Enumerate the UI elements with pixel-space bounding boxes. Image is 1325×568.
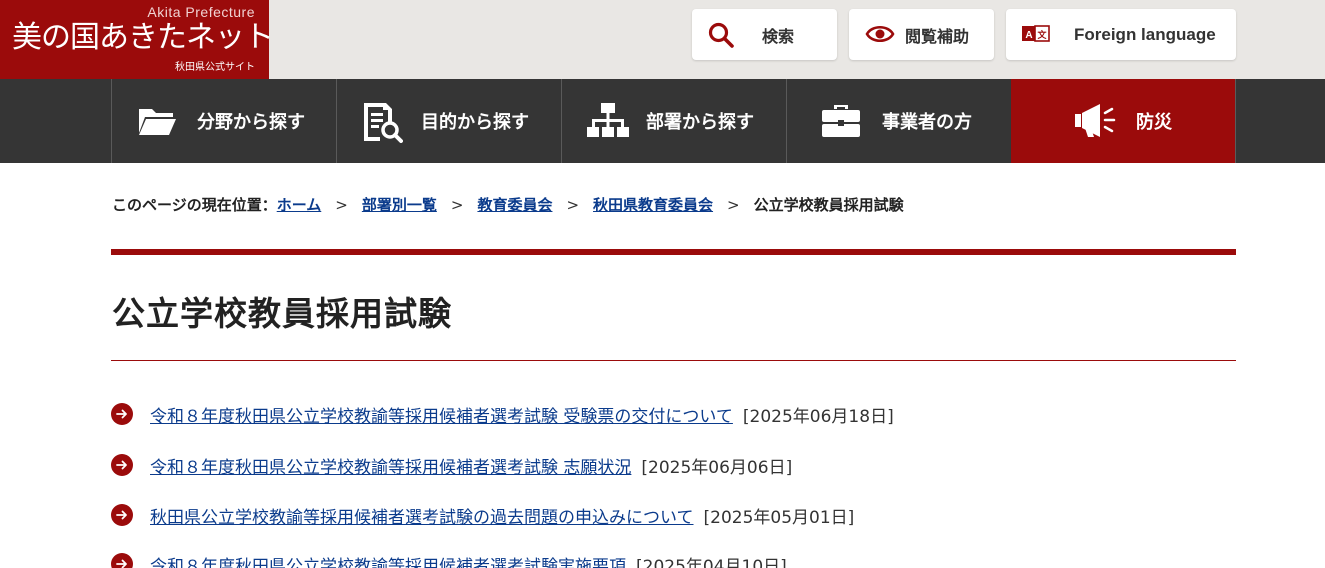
breadcrumb-prefix: このページの現在位置：: [112, 196, 277, 214]
global-nav: 分野から探す 目的から探す 部署から探す 事業者の方 防災: [0, 79, 1325, 163]
breadcrumb-board-of-education-link[interactable]: 教育委員会: [477, 196, 552, 214]
news-link[interactable]: 令和８年度秋田県公立学校教諭等採用候補者選考試験 志願状況: [150, 453, 631, 478]
logo-sub-text: 秋田県公式サイト: [175, 62, 255, 73]
title-top-rule: [111, 249, 1236, 255]
site-header: Akita Prefecture 美の国あきたネット 秋田県公式サイト 検索 閲…: [0, 0, 1325, 79]
nav-search-by-purpose[interactable]: 目的から探す: [336, 79, 561, 163]
nav-disaster-prevention[interactable]: 防災: [1011, 79, 1236, 163]
svg-text:文: 文: [1036, 29, 1047, 41]
foreign-language-label: Foreign language: [1074, 24, 1216, 44]
folder-icon: [137, 101, 177, 146]
news-date: [2025年05月01日]: [703, 507, 855, 528]
reading-assist-label: 閲覧補助: [905, 26, 970, 46]
arrow-right-icon: [111, 403, 133, 425]
arrow-right-icon: [111, 504, 133, 526]
breadcrumb-separator: >: [727, 196, 740, 214]
breadcrumb: このページの現在位置：ホーム > 部署別一覧 > 教育委員会 > 秋田県教育委員会 > 公立学校…: [112, 194, 904, 215]
breadcrumb-separator: >: [335, 196, 348, 214]
nav-search-by-department[interactable]: 部署から探す: [561, 79, 786, 163]
news-date: [2025年04月10日]: [636, 556, 787, 568]
news-date: [2025年06月06日]: [641, 457, 793, 478]
arrow-right-icon: [111, 454, 133, 476]
breadcrumb-department-list-link[interactable]: 部署別一覧: [362, 196, 437, 214]
news-link[interactable]: 令和８年度秋田県公立学校教諭等採用候補者選考試験実施要項: [150, 552, 626, 568]
nav-disaster-prevention-label: 防災: [1136, 112, 1172, 133]
svg-text:A: A: [1025, 30, 1032, 41]
nav-search-by-department-label: 部署から探す: [646, 112, 754, 133]
breadcrumb-akita-board-link[interactable]: 秋田県教育委員会: [593, 196, 713, 214]
logo-main-text: 美の国あきたネット: [12, 20, 274, 55]
search-button[interactable]: 検索: [692, 9, 837, 60]
news-link[interactable]: 秋田県公立学校教諭等採用候補者選考試験の過去問題の申込みについて: [150, 503, 694, 528]
list-item: 令和８年度秋田県公立学校教諭等採用候補者選考試験 志願状況 [2025年06月0…: [111, 451, 792, 479]
breadcrumb-current: 公立学校教員採用試験: [753, 196, 904, 214]
arrow-right-icon: [111, 553, 133, 568]
title-bottom-rule: [111, 360, 1236, 361]
news-link[interactable]: 令和８年度秋田県公立学校教諭等採用候補者選考試験 受験票の交付について: [150, 402, 733, 427]
breadcrumb-separator: >: [450, 196, 464, 214]
search-button-label: 検索: [762, 26, 795, 46]
page-title: 公立学校教員採用試験: [112, 294, 452, 333]
megaphone-icon: [1074, 101, 1120, 146]
foreign-language-button[interactable]: A 文 Foreign language: [1006, 9, 1236, 60]
org-chart-icon: [587, 101, 629, 146]
list-item: 令和８年度秋田県公立学校教諭等採用候補者選考試験 受験票の交付について [202…: [111, 400, 894, 428]
reading-assist-button[interactable]: 閲覧補助: [849, 9, 994, 60]
nav-search-by-field[interactable]: 分野から探す: [111, 79, 336, 163]
news-date: [2025年06月18日]: [742, 406, 894, 427]
search-icon: [708, 22, 734, 48]
site-logo[interactable]: Akita Prefecture 美の国あきたネット 秋田県公式サイト: [0, 0, 274, 79]
list-item: 秋田県公立学校教諭等採用候補者選考試験の過去問題の申込みについて [2025年0…: [111, 501, 854, 529]
eye-icon: [865, 22, 895, 46]
nav-for-businesses[interactable]: 事業者の方: [786, 79, 1011, 163]
translate-icon: A 文: [1022, 24, 1050, 44]
document-search-icon: [361, 101, 403, 148]
briefcase-icon: [822, 101, 860, 146]
nav-search-by-purpose-label: 目的から探す: [421, 112, 529, 133]
breadcrumb-home-link[interactable]: ホーム: [277, 196, 322, 214]
list-item: 令和８年度秋田県公立学校教諭等採用候補者選考試験実施要項 [2025年04月10…: [111, 550, 787, 568]
nav-search-by-field-label: 分野から探す: [197, 112, 305, 133]
breadcrumb-separator: >: [566, 196, 580, 214]
nav-for-businesses-label: 事業者の方: [882, 112, 972, 133]
